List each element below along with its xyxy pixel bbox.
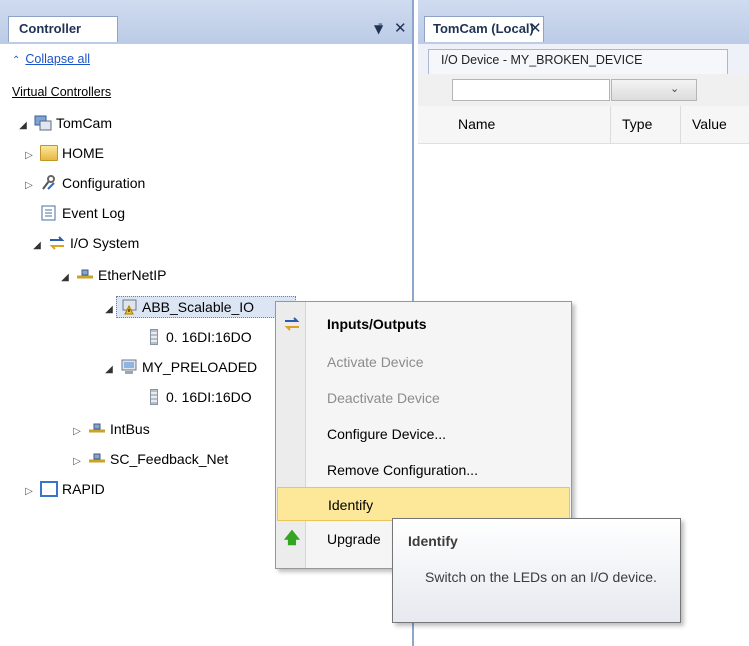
- close-icon[interactable]: ✕: [394, 19, 407, 37]
- signal-grid-header: Name Type Value: [418, 106, 749, 144]
- tree-label: MY_PRELOADED: [142, 359, 258, 375]
- close-icon[interactable]: ✕: [529, 19, 542, 37]
- tab-io-device[interactable]: I/O Device - MY_BROKEN_DEVICE: [428, 49, 728, 74]
- menu-item-remove-configuration[interactable]: Remove Configuration...: [277, 453, 570, 487]
- menu-item-identify[interactable]: Identify: [277, 487, 570, 521]
- tooltip-text: Switch on the LEDs on an I/O device.: [425, 569, 657, 585]
- filter-input[interactable]: [452, 79, 610, 101]
- expand-open-icon[interactable]: ◢: [102, 359, 116, 381]
- tree-label: Configuration: [62, 175, 146, 191]
- filter-row: ⌄: [418, 74, 749, 106]
- tab-tomcam-local[interactable]: TomCam (Local) ✕: [424, 16, 544, 42]
- column-header-type[interactable]: Type: [622, 116, 652, 132]
- column-header-name[interactable]: Name: [458, 116, 495, 132]
- signal-icon: [150, 389, 158, 405]
- filter-dropdown[interactable]: ⌄: [611, 79, 697, 101]
- chevron-down-icon: ⌄: [670, 82, 680, 95]
- tree-label: ABB_Scalable_IO: [142, 299, 255, 315]
- arrow-up-green-icon: 🡅: [283, 530, 301, 547]
- column-separator[interactable]: [610, 106, 611, 144]
- tree-label: Event Log: [62, 205, 126, 221]
- tree-label: 0. 16DI:16DO: [166, 389, 252, 405]
- expand-open-icon[interactable]: ◢: [16, 115, 30, 137]
- network-bus-icon: [89, 423, 105, 433]
- signal-icon: [150, 329, 158, 345]
- tree-label: TomCam: [56, 115, 113, 131]
- menu-item-label: Activate Device: [327, 354, 424, 370]
- expand-closed-icon[interactable]: ▷: [70, 451, 84, 473]
- double-chevron-up-icon: ⌃: [12, 55, 21, 66]
- menu-item-label: Remove Configuration...: [327, 462, 478, 478]
- menu-item-inputs-outputs[interactable]: Inputs/Outputs: [277, 307, 570, 341]
- event-log-icon: [41, 205, 56, 221]
- tab-tomcam-label: TomCam (Local): [433, 21, 534, 36]
- menu-item-label: Configure Device...: [327, 426, 447, 442]
- collapse-all-link[interactable]: Collapse all: [25, 52, 90, 66]
- device-tab-strip: I/O Device - MY_BROKEN_DEVICE: [418, 44, 749, 74]
- tree-item-event-log[interactable]: Event Log: [36, 202, 125, 224]
- tree-item-signal-1[interactable]: 0. 16DI:16DO: [146, 326, 252, 348]
- tree-item-intbus[interactable]: ▷ IntBus: [70, 418, 150, 440]
- tree-item-rapid[interactable]: ▷ RAPID: [22, 478, 105, 500]
- tree-item-configuration[interactable]: ▷ Configuration: [22, 172, 145, 194]
- tree-label: 0. 16DI:16DO: [166, 329, 252, 345]
- menu-item-label: Deactivate Device: [327, 390, 440, 406]
- io-system-icon: [49, 236, 65, 250]
- expand-closed-icon[interactable]: ▷: [22, 175, 36, 197]
- menu-item-label: Identify: [328, 497, 374, 513]
- tree-label: IntBus: [110, 421, 150, 437]
- io-system-icon: [284, 317, 300, 331]
- tree-item-abb-scalable-io[interactable]: ◢ ABB_Scalable_IO: [102, 296, 254, 318]
- expand-open-icon[interactable]: ◢: [58, 267, 72, 289]
- tree-item-ethernetip[interactable]: ◢ EtherNetIP: [58, 264, 166, 286]
- folder-icon: [40, 145, 58, 161]
- rapid-icon: [40, 481, 58, 497]
- expand-open-icon[interactable]: ◢: [102, 299, 116, 321]
- menu-item-configure-device[interactable]: Configure Device...: [277, 417, 570, 451]
- menu-item-label: Upgrade: [327, 531, 381, 547]
- menu-item-deactivate-device[interactable]: Deactivate Device: [277, 381, 570, 415]
- column-header-value[interactable]: Value: [692, 116, 727, 132]
- tree-item-signal-2[interactable]: 0. 16DI:16DO: [146, 386, 252, 408]
- tree-item-home[interactable]: ▷ HOME: [22, 142, 104, 164]
- tab-controller[interactable]: Controller: [8, 16, 118, 42]
- menu-item-activate-device[interactable]: Activate Device: [277, 345, 570, 379]
- configuration-icon: [42, 175, 55, 190]
- column-separator[interactable]: [680, 106, 681, 144]
- tree-label: SC_Feedback_Net: [110, 451, 229, 467]
- pin-icon[interactable]: ▼̄: [374, 22, 383, 36]
- tree-item-io-system[interactable]: ◢ I/O System: [30, 232, 139, 254]
- tree-item-my-preloaded[interactable]: ◢ MY_PRELOADED: [102, 356, 257, 378]
- network-bus-icon: [89, 453, 105, 463]
- tree-label: HOME: [62, 145, 104, 161]
- expand-open-icon[interactable]: ◢: [30, 235, 44, 257]
- tree-label: I/O System: [70, 235, 140, 251]
- tooltip: Identify Switch on the LEDs on an I/O de…: [392, 518, 681, 623]
- menu-item-label: Inputs/Outputs: [327, 316, 427, 332]
- expand-closed-icon[interactable]: ▷: [22, 145, 36, 167]
- expand-closed-icon[interactable]: ▷: [70, 421, 84, 443]
- device-icon: [121, 359, 137, 374]
- tab-controller-label: Controller: [19, 21, 82, 36]
- tree-item-tomcam[interactable]: ◢ TomCam: [16, 112, 112, 134]
- collapse-all-row[interactable]: ⌃ Collapse all: [12, 52, 90, 66]
- tree-item-sc-feedback-net[interactable]: ▷ SC_Feedback_Net: [70, 448, 228, 470]
- tree-label: EtherNetIP: [98, 267, 167, 283]
- virtual-controllers-label: Virtual Controllers: [12, 85, 112, 99]
- controller-panel-header: Controller ▼̄ ✕: [0, 0, 413, 44]
- tree-label: RAPID: [62, 481, 105, 497]
- warning-icon: [122, 299, 137, 315]
- expand-closed-icon[interactable]: ▷: [22, 481, 36, 503]
- tooltip-title: Identify: [408, 533, 458, 549]
- network-bus-icon: [77, 269, 93, 279]
- controller-icon: [34, 115, 52, 131]
